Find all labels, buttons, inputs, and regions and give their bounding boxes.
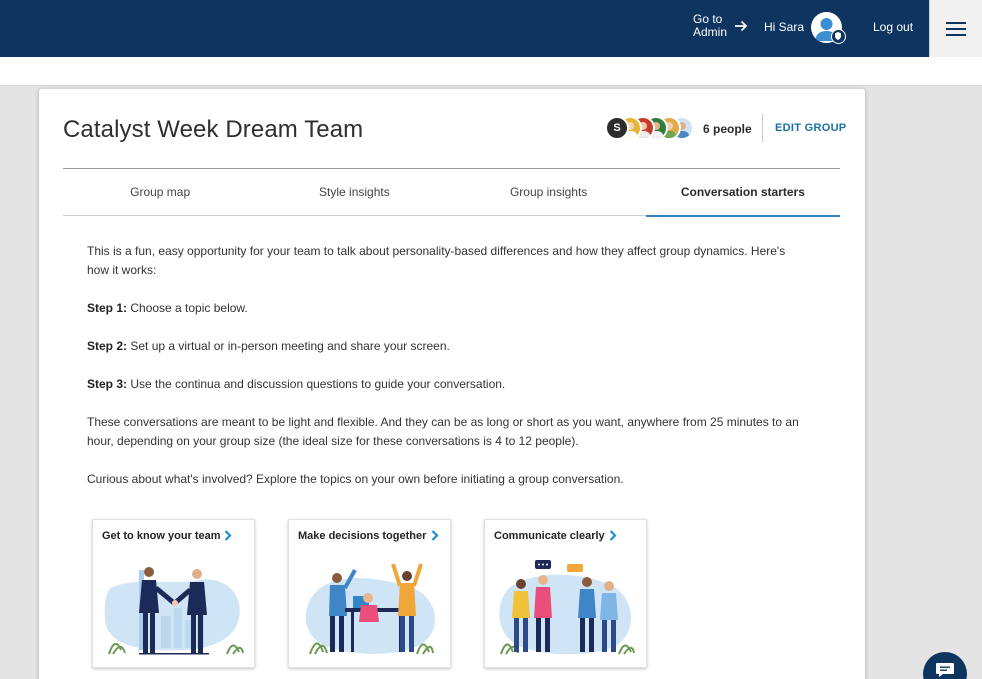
- logout-link[interactable]: Log out: [873, 20, 913, 34]
- conversation-instructions: This is a fun, easy opportunity for your…: [87, 242, 803, 508]
- people-talking-illustration-icon: [499, 560, 635, 655]
- tab-group-map[interactable]: Group map: [63, 169, 257, 215]
- member-avatar-initial: S: [613, 122, 621, 134]
- chevron-right-icon: [224, 530, 232, 541]
- chevron-right-icon: [609, 530, 617, 541]
- tab-style-insights[interactable]: Style insights: [257, 169, 451, 215]
- sub-header-strip: [0, 57, 982, 86]
- step-3-text: Use the continua and discussion question…: [127, 377, 506, 391]
- go-to-admin-line2: Admin: [693, 25, 728, 39]
- header-divider: [762, 114, 763, 142]
- tab-bar: Group map Style insights Group insights …: [63, 169, 841, 217]
- step-3-label: Step 3:: [87, 377, 128, 391]
- step-3: Step 3: Use the continua and discussion …: [87, 375, 803, 394]
- chat-support-button[interactable]: [923, 652, 967, 679]
- topic-card-title: Make decisions together: [298, 530, 427, 542]
- step-1-text: Choose a topic below.: [127, 301, 248, 315]
- member-avatar: S: [605, 116, 629, 140]
- step-2: Step 2: Set up a virtual or in-person me…: [87, 337, 803, 356]
- step-1-label: Step 1:: [87, 301, 128, 315]
- tab-conversation-starters[interactable]: Conversation starters: [645, 169, 841, 217]
- hamburger-menu-icon: [946, 21, 966, 36]
- step-2-text: Set up a virtual or in-person meeting an…: [127, 339, 450, 353]
- chevron-right-icon: [431, 530, 439, 541]
- topic-card-communicate-clearly[interactable]: Communicate clearly: [484, 519, 647, 668]
- go-to-admin-link[interactable]: Go to Admin: [693, 13, 727, 39]
- top-navigation-bar: Go to Admin Hi Sara Log out: [0, 0, 982, 57]
- hamburger-menu-button[interactable]: [929, 0, 982, 57]
- chat-bubble-icon: [936, 663, 954, 677]
- topic-card-get-to-know-your-team[interactable]: Get to know your team: [92, 519, 255, 668]
- page-title: Catalyst Week Dream Team: [63, 116, 364, 143]
- note-text: These conversations are meant to be ligh…: [87, 415, 799, 448]
- topic-card-title: Communicate clearly: [494, 530, 605, 542]
- group-card: Catalyst Week Dream Team S 6 people EDIT…: [39, 89, 865, 679]
- shield-badge-icon: [831, 29, 846, 44]
- step-1: Step 1: Choose a topic below.: [87, 299, 803, 318]
- intro-text: This is a fun, easy opportunity for your…: [87, 244, 786, 277]
- user-greeting: Hi Sara: [764, 20, 805, 34]
- people-count[interactable]: 6 people: [703, 122, 752, 136]
- edit-group-link[interactable]: EDIT GROUP: [775, 122, 846, 134]
- topic-card-make-decisions-together[interactable]: Make decisions together: [288, 519, 451, 668]
- topic-card-title: Get to know your team: [102, 530, 221, 542]
- handshake-illustration-icon: [104, 567, 244, 655]
- tab-group-insights[interactable]: Group insights: [452, 169, 646, 215]
- arrow-right-icon[interactable]: [734, 19, 748, 33]
- step-2-label: Step 2:: [87, 339, 128, 353]
- curious-text: Curious about what's involved? Explore t…: [87, 472, 624, 486]
- team-celebrating-illustration-icon: [305, 563, 436, 655]
